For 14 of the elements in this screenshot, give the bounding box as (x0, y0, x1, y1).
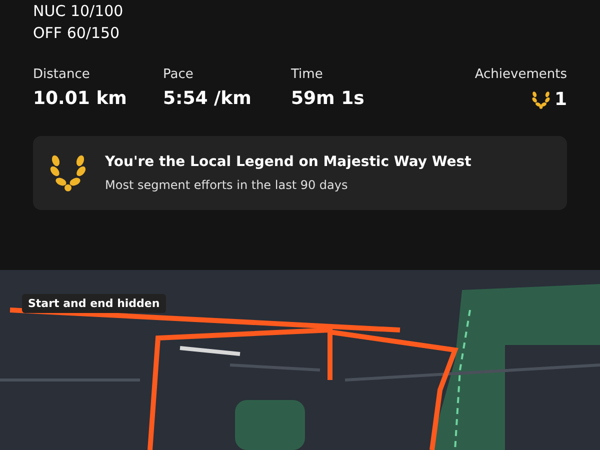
card-subtitle: Most segment efforts in the last 90 days (105, 178, 349, 192)
card-title: You're the Local Legend on Majestic Way West (105, 154, 472, 170)
stat-value: 1 (554, 88, 567, 110)
note-text: NUC 10/100 (33, 1, 124, 22)
achievement-card[interactable]: You're the Local Legend on Majestic Way West Most segment efforts in the last 90 days (33, 136, 567, 210)
stat-value: 10.01 km (33, 88, 128, 109)
stat-label: Distance (33, 67, 91, 82)
stat-label: Pace (163, 67, 194, 82)
stat-value: 5:54 /km (163, 88, 252, 109)
stat-value: 59m 1s (291, 88, 366, 109)
note-text: OFF 60/150 (33, 23, 121, 44)
map-label: Start and end hidden (22, 294, 166, 313)
stat-label: Time (291, 67, 324, 82)
stat-label: Achievements (474, 67, 567, 82)
